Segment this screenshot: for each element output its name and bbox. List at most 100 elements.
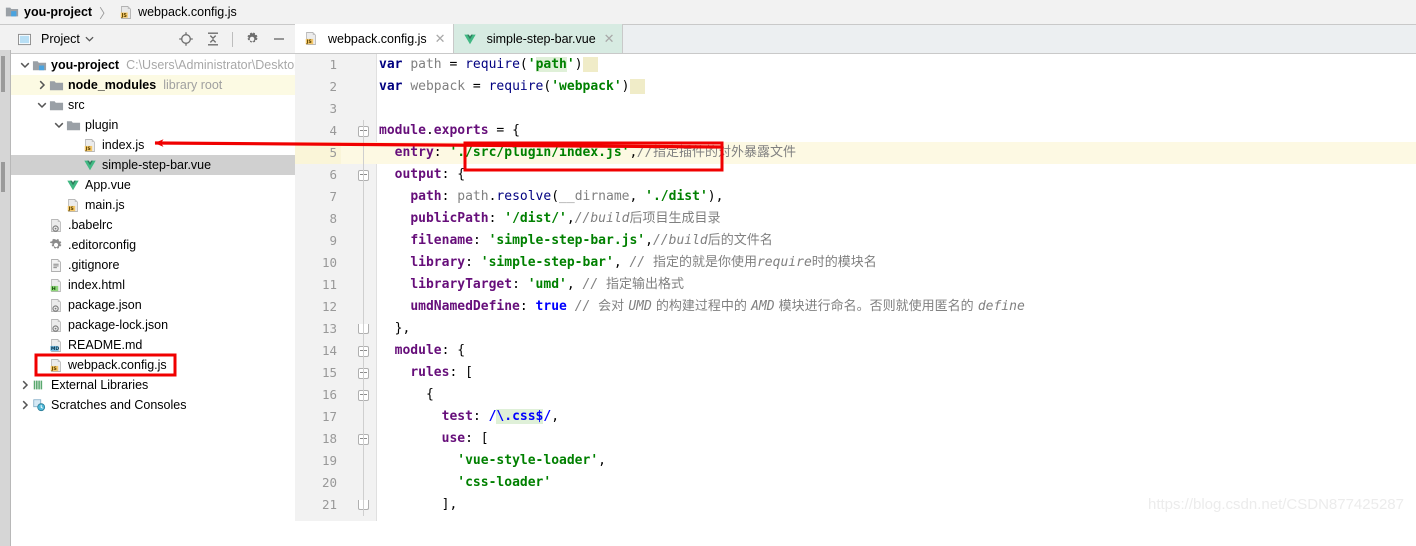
code-line-text: },: [379, 321, 411, 336]
twisty-none: [36, 295, 48, 315]
code-lines[interactable]: 1 var path = require('path') 2 var webpack…: [295, 54, 1416, 516]
tree-row[interactable]: simple-step-bar.vue: [11, 155, 295, 175]
tree-row-label: webpack.config.js: [68, 358, 167, 372]
tree-row[interactable]: JS webpack.config.js: [11, 355, 295, 375]
code-line[interactable]: 3: [295, 98, 1416, 120]
twisty-expanded-icon[interactable]: [53, 115, 65, 135]
gear-icon[interactable]: [244, 31, 260, 47]
tree-row[interactable]: App.vue: [11, 175, 295, 195]
code-line[interactable]: 11 libraryTarget: 'umd', // 指定输出格式: [295, 274, 1416, 296]
editor-tab-label: simple-step-bar.vue: [486, 31, 596, 46]
tree-row[interactable]: src: [11, 95, 295, 115]
fold-connector: [363, 230, 364, 252]
collapse-all-icon[interactable]: [205, 31, 221, 47]
tree-row-label: .babelrc: [68, 218, 113, 232]
tree-row-label: External Libraries: [51, 378, 149, 392]
close-icon[interactable]: ✕: [604, 32, 615, 45]
code-line[interactable]: 14 module: {: [295, 340, 1416, 362]
breadcrumb-item-project[interactable]: you-project: [4, 0, 92, 24]
tree-row[interactable]: .gitignore: [11, 255, 295, 275]
code-line-text: filename: 'simple-step-bar.js',//build后的…: [410, 233, 773, 248]
code-line[interactable]: 18 use: [: [295, 428, 1416, 450]
tree-row-path: C:\Users\Administrator\Desktop\t: [126, 58, 295, 72]
breadcrumb-separator: 〉: [99, 5, 113, 21]
tree-row-label: src: [68, 98, 85, 112]
tree-row[interactable]: MD README.md: [11, 335, 295, 355]
breadcrumb-label-project: you-project: [24, 5, 93, 19]
twisty-collapsed-icon[interactable]: [36, 75, 48, 95]
tree-row[interactable]: package.json: [11, 295, 295, 315]
code-line-text: module: {: [394, 343, 466, 358]
code-editor[interactable]: 1 var path = require('path') 2 var webpack…: [295, 54, 1416, 521]
line-number: 20: [321, 475, 337, 490]
twisty-collapsed-icon[interactable]: [19, 375, 31, 395]
code-line-text: {: [379, 387, 434, 402]
line-number: 2: [329, 79, 337, 94]
code-line[interactable]: 4 module.exports = {: [295, 120, 1416, 142]
line-number: 7: [329, 189, 337, 204]
breadcrumb-label-file: webpack.config.js: [138, 5, 237, 19]
twisty-expanded-icon[interactable]: [36, 95, 48, 115]
code-line[interactable]: 12 umdNamedDefine: true // 会对 UMD 的构建过程中…: [295, 296, 1416, 318]
code-line-text: path: path.resolve(__dirname, './dist'),: [410, 189, 724, 204]
tree-row[interactable]: Scratches and Consoles: [11, 395, 295, 415]
locate-target-icon[interactable]: [178, 31, 194, 47]
code-line-text: output: {: [394, 167, 466, 182]
breadcrumb-item-file[interactable]: JS webpack.config.js: [118, 0, 237, 24]
code-line-text: 'vue-style-loader',: [457, 453, 606, 468]
code-line[interactable]: 17 test: /\.css$/,: [295, 406, 1416, 428]
tree-row[interactable]: JS main.js: [11, 195, 295, 215]
editor-tab[interactable]: simple-step-bar.vue ✕: [453, 24, 623, 53]
tree-row-label: index.js: [102, 138, 145, 152]
code-line-text: libraryTarget: 'umd', // 指定输出格式: [410, 277, 685, 292]
tree-row[interactable]: External Libraries: [11, 375, 295, 395]
fold-connector: [363, 362, 364, 384]
svg-text:JS: JS: [306, 39, 313, 45]
tree-row[interactable]: .editorconfig: [11, 235, 295, 255]
line-number: 15: [321, 365, 337, 380]
tree-row[interactable]: node_modules library root: [11, 75, 295, 95]
twisty-collapsed-icon[interactable]: [19, 395, 31, 415]
tree-row[interactable]: JS index.js: [11, 135, 295, 155]
editor-tab[interactable]: JS webpack.config.js ✕: [295, 24, 454, 53]
fold-connector: [363, 164, 364, 186]
code-line[interactable]: 8 publicPath: '/dist/',//build后项目生成目录: [295, 208, 1416, 230]
tree-row[interactable]: Hindex.html: [11, 275, 295, 295]
code-line[interactable]: 16 {: [295, 384, 1416, 406]
code-line-text: use: [: [441, 431, 489, 446]
line-number: 3: [329, 101, 337, 116]
code-line[interactable]: 6 output: {: [295, 164, 1416, 186]
vue-file-icon: [65, 177, 81, 193]
code-line[interactable]: 7 path: path.resolve(__dirname, './dist'…: [295, 186, 1416, 208]
tree-row[interactable]: package-lock.json: [11, 315, 295, 335]
code-line[interactable]: 10 library: 'simple-step-bar', // 指定的就是你…: [295, 252, 1416, 274]
twisty-expanded-icon[interactable]: [19, 55, 31, 75]
code-line[interactable]: 19 'vue-style-loader',: [295, 450, 1416, 472]
fold-connector: [363, 186, 364, 208]
fold-connector: [363, 142, 364, 164]
minimize-icon[interactable]: [271, 31, 287, 47]
code-line[interactable]: 15 rules: [: [295, 362, 1416, 384]
code-line[interactable]: 1 var path = require('path'): [295, 54, 1416, 76]
code-line[interactable]: 20 'css-loader': [295, 472, 1416, 494]
tree-row[interactable]: plugin: [11, 115, 295, 135]
chevron-down-icon[interactable]: [85, 32, 94, 46]
tree-row[interactable]: .babelrc: [11, 215, 295, 235]
close-icon[interactable]: ✕: [435, 32, 446, 45]
code-line[interactable]: 13 },: [295, 318, 1416, 340]
code-line[interactable]: 5 entry: './src/plugin/index.js',//指定插件的…: [295, 142, 1416, 164]
json-file-icon: [48, 297, 64, 313]
line-number: 4: [329, 123, 337, 138]
fold-connector: [363, 472, 364, 494]
code-line[interactable]: 2 var webpack = require('webpack'): [295, 76, 1416, 98]
svg-text:JS: JS: [121, 12, 128, 18]
tree-row[interactable]: you-project C:\Users\Administrator\Deskto…: [11, 55, 295, 75]
code-line-text: ],: [379, 497, 458, 512]
js-file-icon: JS: [65, 197, 81, 213]
tree-row-note: library root: [163, 78, 223, 92]
project-file-tree[interactable]: you-project C:\Users\Administrator\Deskto…: [11, 55, 295, 521]
twisty-none: [36, 235, 48, 255]
tree-row-label: you-project: [51, 58, 120, 72]
code-line[interactable]: 9 filename: 'simple-step-bar.js',//build…: [295, 230, 1416, 252]
project-view-selector[interactable]: Project: [16, 31, 94, 47]
